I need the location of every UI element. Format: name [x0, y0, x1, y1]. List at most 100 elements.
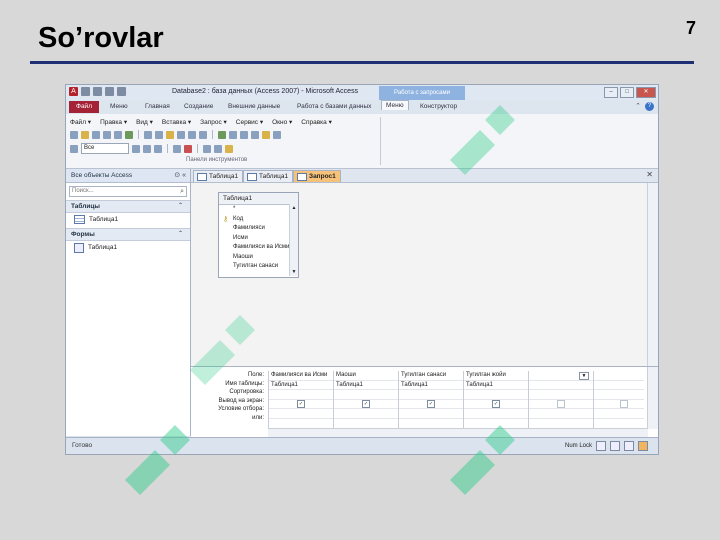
sort-cell[interactable] [594, 390, 644, 400]
relationships-icon[interactable] [251, 130, 259, 139]
help-icon[interactable]: ? [645, 102, 654, 111]
tab-menu[interactable]: Меню [110, 103, 128, 110]
minimize-ribbon-icon[interactable]: ⌃ [635, 102, 641, 111]
criteria-cell[interactable] [464, 409, 528, 419]
close-button[interactable]: ✕ [636, 87, 656, 98]
field-cell[interactable]: Маоши [334, 371, 398, 381]
sort-cell[interactable] [464, 390, 528, 400]
field-cell[interactable]: Тугилган жойи [464, 371, 528, 381]
field-item[interactable]: Тугилган санаси [219, 262, 293, 272]
tab-file[interactable]: Файл [69, 101, 99, 113]
menu-tools[interactable]: Сервис ▾ [236, 118, 263, 126]
format-painter-icon[interactable] [177, 130, 185, 139]
properties-icon[interactable] [240, 130, 248, 139]
nav-item-table1[interactable]: Таблица1 [66, 213, 190, 226]
insert-hyperlink-icon[interactable] [218, 130, 226, 139]
doc-tab-table1-2[interactable]: Таблица1 [243, 170, 294, 182]
sort-icon[interactable] [132, 144, 140, 153]
criteria-cell[interactable] [594, 409, 644, 419]
table-cell[interactable] [529, 381, 593, 391]
nav-pane-collapse-icon[interactable]: ⊙ « [174, 169, 186, 182]
field-cell[interactable] [594, 371, 644, 381]
customize-icon[interactable] [117, 87, 126, 96]
chevron-up-icon[interactable]: ⌃ [178, 201, 183, 212]
grid-vertical-scrollbar[interactable] [647, 367, 658, 429]
sort-cell[interactable] [334, 390, 398, 400]
save-icon[interactable] [92, 130, 100, 139]
search-icon[interactable]: ⌕ [180, 187, 184, 196]
sort-cell[interactable] [269, 390, 333, 400]
menu-edit[interactable]: Правка ▾ [100, 118, 127, 126]
filter-icon[interactable] [143, 144, 151, 153]
query-view-icon[interactable] [70, 144, 78, 153]
tab-home[interactable]: Главная [145, 103, 170, 110]
tab-menu-context[interactable]: Меню [381, 100, 409, 110]
table-cell[interactable]: Таблица1 [464, 381, 528, 391]
access-logo-icon[interactable]: A [69, 87, 78, 96]
table-cell[interactable]: Таблица1 [269, 381, 333, 391]
doc-tab-query1[interactable]: Запрос1 [293, 170, 341, 182]
nav-search-input[interactable]: Поиск... ⌕ [69, 186, 187, 197]
nav-group-forms[interactable]: Формы ⌃ [66, 228, 190, 241]
show-checkbox[interactable] [620, 399, 628, 408]
criteria-cell[interactable] [399, 409, 463, 419]
sort-cell[interactable] [399, 390, 463, 400]
menu-view[interactable]: Вид ▾ [136, 118, 153, 126]
field-list-scrollbar[interactable]: ▲ ▼ [289, 204, 298, 276]
table-cell[interactable]: Таблица1 [399, 381, 463, 391]
show-table-icon[interactable] [203, 144, 211, 153]
criteria-cell[interactable] [529, 409, 593, 419]
dropdown-arrow-icon[interactable]: ▼ [579, 372, 589, 380]
preview-icon[interactable] [114, 130, 122, 139]
tab-create[interactable]: Создание [184, 103, 213, 110]
show-checkbox[interactable]: ✓ [492, 399, 500, 408]
design-view-icon[interactable] [638, 441, 648, 451]
build-icon[interactable] [225, 144, 233, 153]
maximize-button[interactable]: □ [620, 87, 634, 98]
chevron-up-icon[interactable]: ⌃ [178, 229, 183, 240]
save-icon[interactable] [81, 87, 90, 96]
field-list-table1[interactable]: Таблица1 * ⚷ Код Фамилияси Исми Фамилияси… [218, 192, 299, 278]
new-icon[interactable] [70, 130, 78, 139]
scroll-up-icon[interactable]: ▲ [290, 204, 298, 212]
menu-query[interactable]: Запрос ▾ [200, 118, 227, 126]
menu-file[interactable]: Файл ▾ [70, 118, 91, 126]
field-item[interactable]: Фамилияси ва Исми [219, 243, 293, 253]
copy-icon[interactable] [155, 130, 163, 139]
run-icon[interactable] [184, 144, 192, 153]
criteria-cell[interactable] [334, 409, 398, 419]
totals-icon[interactable] [214, 144, 222, 153]
undo-icon[interactable] [188, 130, 196, 139]
select-query-icon[interactable] [154, 144, 162, 153]
close-document-icon[interactable]: ✕ [646, 170, 653, 179]
tab-database-tools[interactable]: Работа с базами данных [297, 103, 371, 110]
sort-cell[interactable] [529, 390, 593, 400]
spelling-icon[interactable] [125, 130, 133, 139]
builder-icon[interactable] [273, 130, 281, 139]
open-icon[interactable] [81, 130, 89, 139]
tab-external-data[interactable]: Внешние данные [228, 103, 280, 110]
paste-icon[interactable] [166, 130, 174, 139]
redo-icon[interactable] [199, 130, 207, 139]
field-item[interactable]: Маоши [219, 253, 293, 263]
field-item[interactable]: Фамилияси [219, 224, 293, 234]
top-values-combo[interactable]: Все [81, 143, 129, 154]
cut-icon[interactable] [144, 130, 152, 139]
query-type-icon[interactable] [173, 144, 181, 153]
table-icon[interactable] [229, 130, 237, 139]
table-cell[interactable]: Таблица1 [334, 381, 398, 391]
field-cell[interactable]: Тугилган санаси [399, 371, 463, 381]
field-item[interactable]: Исми [219, 234, 293, 244]
redo-icon[interactable] [105, 87, 114, 96]
print-icon[interactable] [103, 130, 111, 139]
field-item[interactable]: * [219, 205, 293, 215]
new-object-icon[interactable] [262, 130, 270, 139]
field-cell[interactable]: ▼ [529, 371, 593, 381]
show-checkbox[interactable] [557, 399, 565, 408]
criteria-cell[interactable] [269, 409, 333, 419]
datasheet-view-icon[interactable] [596, 441, 606, 451]
field-cell[interactable]: Фамилияси ва Исми [269, 371, 333, 381]
menu-insert[interactable]: Вставка ▾ [162, 118, 191, 126]
field-item-primary-key[interactable]: ⚷ Код [219, 215, 293, 225]
nav-group-tables[interactable]: Таблицы ⌃ [66, 200, 190, 213]
